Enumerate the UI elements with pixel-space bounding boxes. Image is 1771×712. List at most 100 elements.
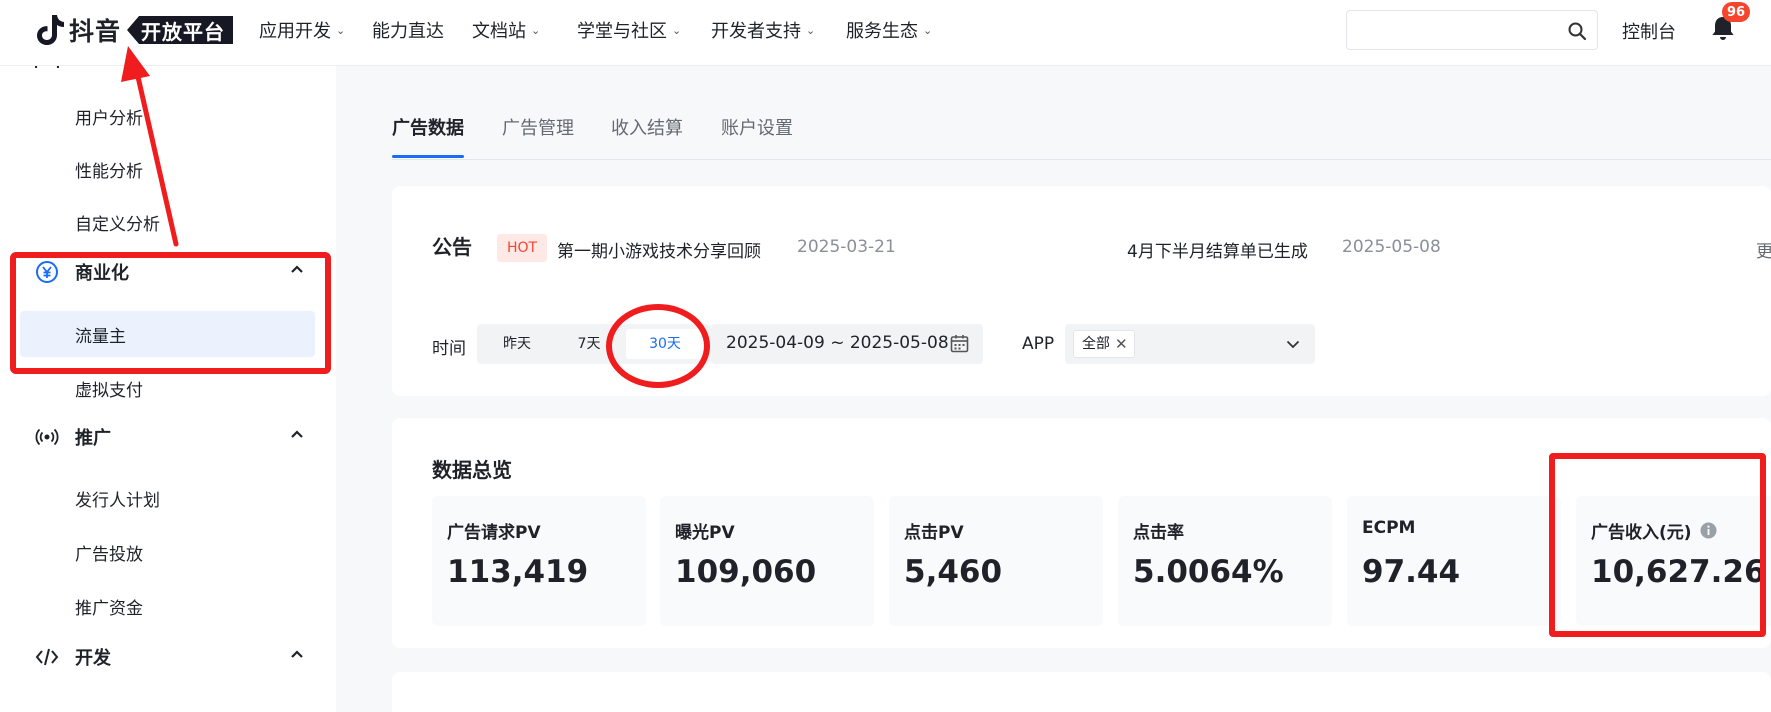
metric-card-ecpm: ECPM 97.44 bbox=[1347, 496, 1561, 626]
notification-badge: 96 bbox=[1722, 2, 1751, 22]
date-range-picker[interactable]: 2025-04-09 ~ 2025-05-08 bbox=[711, 324, 983, 364]
notice-card: 公告 HOT 第一期小游戏技术分享回顾 2025-03-21 4月下半月结算单已… bbox=[392, 186, 1771, 306]
tab-ad-data[interactable]: 广告数据 bbox=[392, 112, 464, 158]
code-icon bbox=[35, 648, 59, 666]
sidebar-group-monetization[interactable]: 商业化 bbox=[35, 259, 305, 285]
metric-card-ad-request-pv: 广告请求PV 113,419 bbox=[432, 496, 646, 626]
search-box[interactable] bbox=[1346, 10, 1598, 50]
nav-item-docs[interactable]: 文档站 ⌄ bbox=[472, 17, 540, 43]
time-segmented-control: 昨天 7天 30天 bbox=[477, 324, 711, 364]
time-option-7days[interactable]: 7天 bbox=[554, 329, 624, 359]
logo-name: 抖音 bbox=[69, 17, 122, 46]
chevron-down-icon[interactable] bbox=[1285, 336, 1301, 352]
nav-label: 学堂与社区 bbox=[577, 21, 667, 42]
tab-ad-management[interactable]: 广告管理 bbox=[502, 112, 574, 158]
search-icon[interactable] bbox=[1567, 21, 1587, 41]
logo-badge: 开放平台 bbox=[127, 16, 234, 44]
nav-label: 开发者支持 bbox=[711, 21, 801, 42]
time-option-30days[interactable]: 30天 bbox=[626, 329, 704, 359]
chevron-down-icon: ⌄ bbox=[806, 23, 816, 37]
sidebar-item-traffic-owner[interactable]: 流量主 bbox=[75, 322, 126, 347]
chevron-down-icon: ⌄ bbox=[672, 23, 682, 37]
notice-item-link[interactable]: 4月下半月结算单已生成 bbox=[1127, 237, 1308, 262]
time-option-yesterday[interactable]: 昨天 bbox=[482, 329, 552, 359]
nav-label: 文档站 bbox=[472, 21, 526, 42]
chevron-up-icon[interactable] bbox=[289, 261, 305, 277]
chevron-down-icon: ⌄ bbox=[336, 23, 346, 37]
metric-card-impression-pv: 曝光PV 109,060 bbox=[660, 496, 874, 626]
console-link[interactable]: 控制台 bbox=[1622, 18, 1676, 44]
metric-value: 113,419 bbox=[447, 554, 589, 590]
main-content: 广告数据 广告管理 收入结算 账户设置 公告 HOT 第一期小游戏技术分享回顾 … bbox=[392, 66, 1771, 712]
nav-item-ecosystem[interactable]: 服务生态 ⌄ bbox=[846, 17, 932, 43]
metric-value: 97.44 bbox=[1362, 554, 1461, 590]
sidebar: 用户分析 性能分析 自定义分析 商业化 流量主 虚拟支付 推广 发行人计划 广告… bbox=[0, 54, 336, 712]
date-range-value: 2025-04-09 ~ 2025-05-08 bbox=[726, 333, 949, 353]
sidebar-group-development[interactable]: 开发 bbox=[35, 644, 305, 670]
nav-label: 能力直达 bbox=[372, 21, 444, 42]
sidebar-item-user-analysis[interactable]: 用户分析 bbox=[75, 104, 143, 129]
sidebar-item-publisher-plan[interactable]: 发行人计划 bbox=[75, 486, 160, 511]
data-overview-card: 数据总览 广告请求PV 113,419 曝光PV 109,060 点击PV 5,… bbox=[392, 418, 1771, 648]
nav-item-dev-support[interactable]: 开发者支持 ⌄ bbox=[711, 17, 815, 43]
sidebar-item-virtual-payment[interactable]: 虚拟支付 bbox=[75, 376, 143, 401]
chevron-up-icon[interactable] bbox=[289, 426, 305, 442]
nav-label: 服务生态 bbox=[846, 21, 918, 42]
nav-item-capabilities[interactable]: 能力直达 bbox=[372, 17, 444, 43]
sidebar-group-label: 开发 bbox=[75, 648, 111, 669]
sidebar-item-ad-delivery[interactable]: 广告投放 bbox=[75, 540, 143, 565]
tab-account-settings[interactable]: 账户设置 bbox=[721, 112, 793, 158]
yen-circle-icon bbox=[36, 261, 58, 283]
next-section-card bbox=[392, 672, 1771, 712]
close-icon[interactable]: ✕ bbox=[1115, 331, 1128, 357]
filter-card: 时间 昨天 7天 30天 2025-04-09 ~ 2025-05-08 APP… bbox=[392, 294, 1771, 396]
douyin-logo-icon bbox=[37, 15, 64, 45]
sidebar-item-performance-analysis[interactable]: 性能分析 bbox=[75, 157, 143, 182]
tab-bar: 广告数据 广告管理 收入结算 账户设置 bbox=[392, 112, 1771, 160]
hot-badge: HOT bbox=[497, 234, 548, 262]
sidebar-group-label: 商业化 bbox=[75, 263, 129, 284]
metric-card-ad-revenue: 广告收入(元) 10,627.26 bbox=[1576, 496, 1771, 626]
logo[interactable]: 抖音 开放平台 bbox=[35, 12, 234, 48]
metric-value: 109,060 bbox=[675, 554, 817, 590]
notice-title: 公告 bbox=[432, 235, 472, 259]
metric-value: 10,627.26 bbox=[1591, 554, 1766, 590]
metric-value: 5,460 bbox=[904, 554, 1003, 590]
info-icon[interactable] bbox=[1700, 522, 1717, 539]
tab-revenue-settlement[interactable]: 收入结算 bbox=[611, 112, 683, 158]
sidebar-active-bg bbox=[20, 311, 315, 357]
metric-card-ctr: 点击率 5.0064% bbox=[1118, 496, 1332, 626]
broadcast-icon bbox=[35, 428, 59, 446]
sidebar-item-custom-analysis[interactable]: 自定义分析 bbox=[75, 210, 160, 235]
metric-card-click-pv: 点击PV 5,460 bbox=[889, 496, 1103, 626]
notice-item-link[interactable]: 第一期小游戏技术分享回顾 bbox=[557, 237, 761, 262]
chevron-down-icon: ⌄ bbox=[923, 23, 933, 37]
metric-label: 广告收入(元) bbox=[1591, 518, 1717, 543]
metric-label: ECPM bbox=[1362, 518, 1416, 538]
nav-item-academy[interactable]: 学堂与社区 ⌄ bbox=[577, 17, 681, 43]
sidebar-group-promotion[interactable]: 推广 bbox=[35, 424, 305, 450]
notice-item-date: 2025-05-08 bbox=[1342, 237, 1441, 257]
time-label: 时间 bbox=[432, 339, 466, 359]
metric-label: 广告请求PV bbox=[447, 523, 541, 543]
calendar-icon bbox=[950, 335, 969, 353]
notice-item-date: 2025-03-21 bbox=[797, 237, 896, 257]
app-label: APP bbox=[1022, 334, 1055, 354]
metric-label: 点击率 bbox=[1133, 523, 1184, 543]
sidebar-item-promotion-funds[interactable]: 推广资金 bbox=[75, 594, 143, 619]
app-select[interactable]: 全部 ✕ bbox=[1065, 324, 1315, 364]
metric-label: 曝光PV bbox=[675, 523, 735, 543]
next-section-title-clipped bbox=[432, 700, 552, 712]
notice-more-link[interactable]: 更 bbox=[1756, 237, 1771, 262]
top-navigation: 抖音 开放平台 应用开发 ⌄ 能力直达 文档站 ⌄ 学堂与社区 ⌄ 开发者支持 ⌄ 服务… bbox=[0, 0, 1771, 66]
chevron-up-icon[interactable] bbox=[289, 646, 305, 662]
sidebar-group-label: 推广 bbox=[75, 428, 111, 449]
chevron-down-icon: ⌄ bbox=[531, 23, 541, 37]
app-chip-label: 全部 bbox=[1082, 336, 1110, 352]
app-chip: 全部 ✕ bbox=[1073, 330, 1135, 358]
nav-label: 应用开发 bbox=[259, 21, 331, 42]
overview-title: 数据总览 bbox=[432, 458, 512, 482]
nav-item-app-dev[interactable]: 应用开发 ⌄ bbox=[259, 17, 345, 43]
metric-value: 5.0064% bbox=[1133, 554, 1284, 590]
metric-label: 点击PV bbox=[904, 523, 964, 543]
